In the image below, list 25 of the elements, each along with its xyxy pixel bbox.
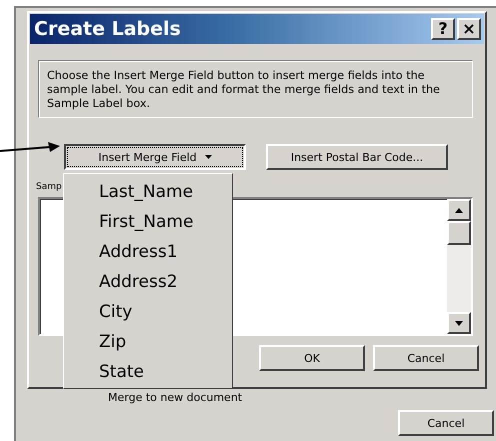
menu-item[interactable]: Zip: [64, 327, 232, 357]
menu-item[interactable]: Last_Name: [64, 177, 232, 207]
menu-item[interactable]: State: [64, 357, 232, 387]
menu-item[interactable]: Address1: [64, 237, 232, 267]
cancel-button[interactable]: Cancel: [373, 345, 479, 371]
menu-item[interactable]: Address2: [64, 267, 232, 297]
close-button[interactable]: ×: [457, 18, 481, 40]
merge-option-label: Merge to new document: [107, 391, 244, 404]
postal-button[interactable]: Insert Postal Bar Code...: [266, 144, 448, 170]
scroll-thumb[interactable]: [447, 221, 471, 245]
up-arrow-icon: [455, 208, 463, 212]
pointer-arrow: [0, 142, 60, 154]
scroll-down-button[interactable]: [447, 312, 471, 334]
window-title: Create Labels: [34, 18, 181, 40]
scroll-up-button[interactable]: [447, 199, 471, 221]
sample-label-caption: Samp: [36, 182, 62, 194]
down-arrow-icon: [455, 320, 463, 326]
help-button[interactable]: ?: [431, 18, 455, 40]
instructions-text: Choose the Insert Merge Field button to insert merge fields into the sample label. You can edit and format the merge fields and text in the Sample Label box.: [47, 69, 441, 111]
ok-button[interactable]: OK: [259, 345, 365, 371]
menu-item[interactable]: First_Name: [64, 207, 232, 237]
menu-item[interactable]: City: [64, 297, 232, 327]
dropdown-button[interactable]: Insert Merge Field: [64, 144, 246, 170]
scrollbar[interactable]: [447, 199, 471, 334]
cancel-button[interactable]: Cancel: [398, 410, 494, 436]
